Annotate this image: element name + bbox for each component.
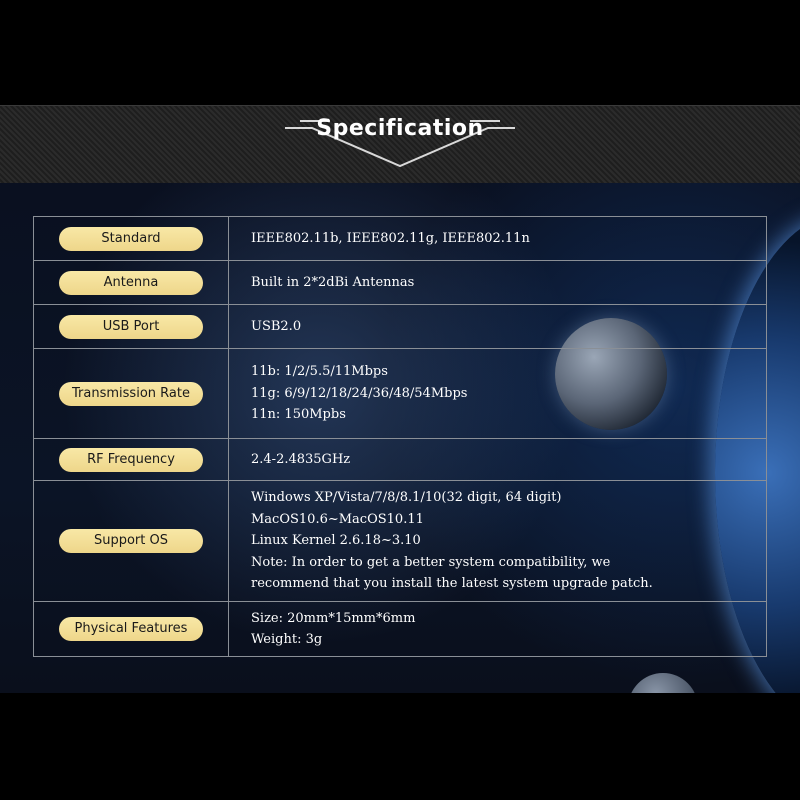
row-value: USB2.0	[251, 318, 302, 334]
spec-header-banner: Specification	[0, 105, 800, 184]
row-value: Windows XP/Vista/7/8/8.1/10(32 digit, 64…	[251, 490, 562, 506]
spec-table: Standard IEEE802.11b, IEEE802.11g, IEEE8…	[33, 216, 767, 657]
row-label: Support OS	[59, 529, 203, 553]
table-row: Transmission Rate 11b: 1/2/5.5/11Mbps 11…	[33, 348, 767, 439]
row-value: 11n: 150Mpbs	[251, 407, 346, 423]
row-label: Standard	[59, 226, 203, 251]
page-title: Specification	[316, 116, 484, 141]
row-value: Built in 2*2dBi Antennas	[251, 274, 415, 290]
table-row: Physical Features Size: 20mm*15mm*6mm We…	[33, 601, 767, 657]
row-value: recommend that you install the latest sy…	[251, 576, 653, 592]
row-label: Physical Features	[59, 617, 203, 641]
row-value: 2.4-2.4835GHz	[251, 451, 351, 467]
row-label: Antenna	[59, 270, 203, 295]
row-value: Weight: 3g	[251, 632, 323, 647]
table-row: USB Port USB2.0	[33, 304, 767, 349]
row-value: 11g: 6/9/12/18/24/36/48/54Mbps	[251, 385, 468, 401]
row-label: RF Frequency	[59, 447, 203, 472]
row-value: Note: In order to get a better system co…	[251, 554, 611, 570]
row-value: Linux Kernel 2.6.18~3.10	[251, 533, 421, 549]
row-value: IEEE802.11b, IEEE802.11g, IEEE802.11n	[251, 230, 530, 246]
moon-image	[628, 673, 698, 693]
table-row: Antenna Built in 2*2dBi Antennas	[33, 260, 767, 305]
row-value: MacOS10.6~MacOS10.11	[251, 511, 424, 527]
table-row: Support OS Windows XP/Vista/7/8/8.1/10(3…	[33, 480, 767, 602]
row-value: 11b: 1/2/5.5/11Mbps	[251, 364, 388, 380]
table-row: Standard IEEE802.11b, IEEE802.11g, IEEE8…	[33, 216, 767, 261]
table-row: RF Frequency 2.4-2.4835GHz	[33, 438, 767, 481]
row-label: Transmission Rate	[59, 381, 203, 406]
row-value: Size: 20mm*15mm*6mm	[251, 610, 416, 626]
row-label: USB Port	[59, 314, 203, 339]
